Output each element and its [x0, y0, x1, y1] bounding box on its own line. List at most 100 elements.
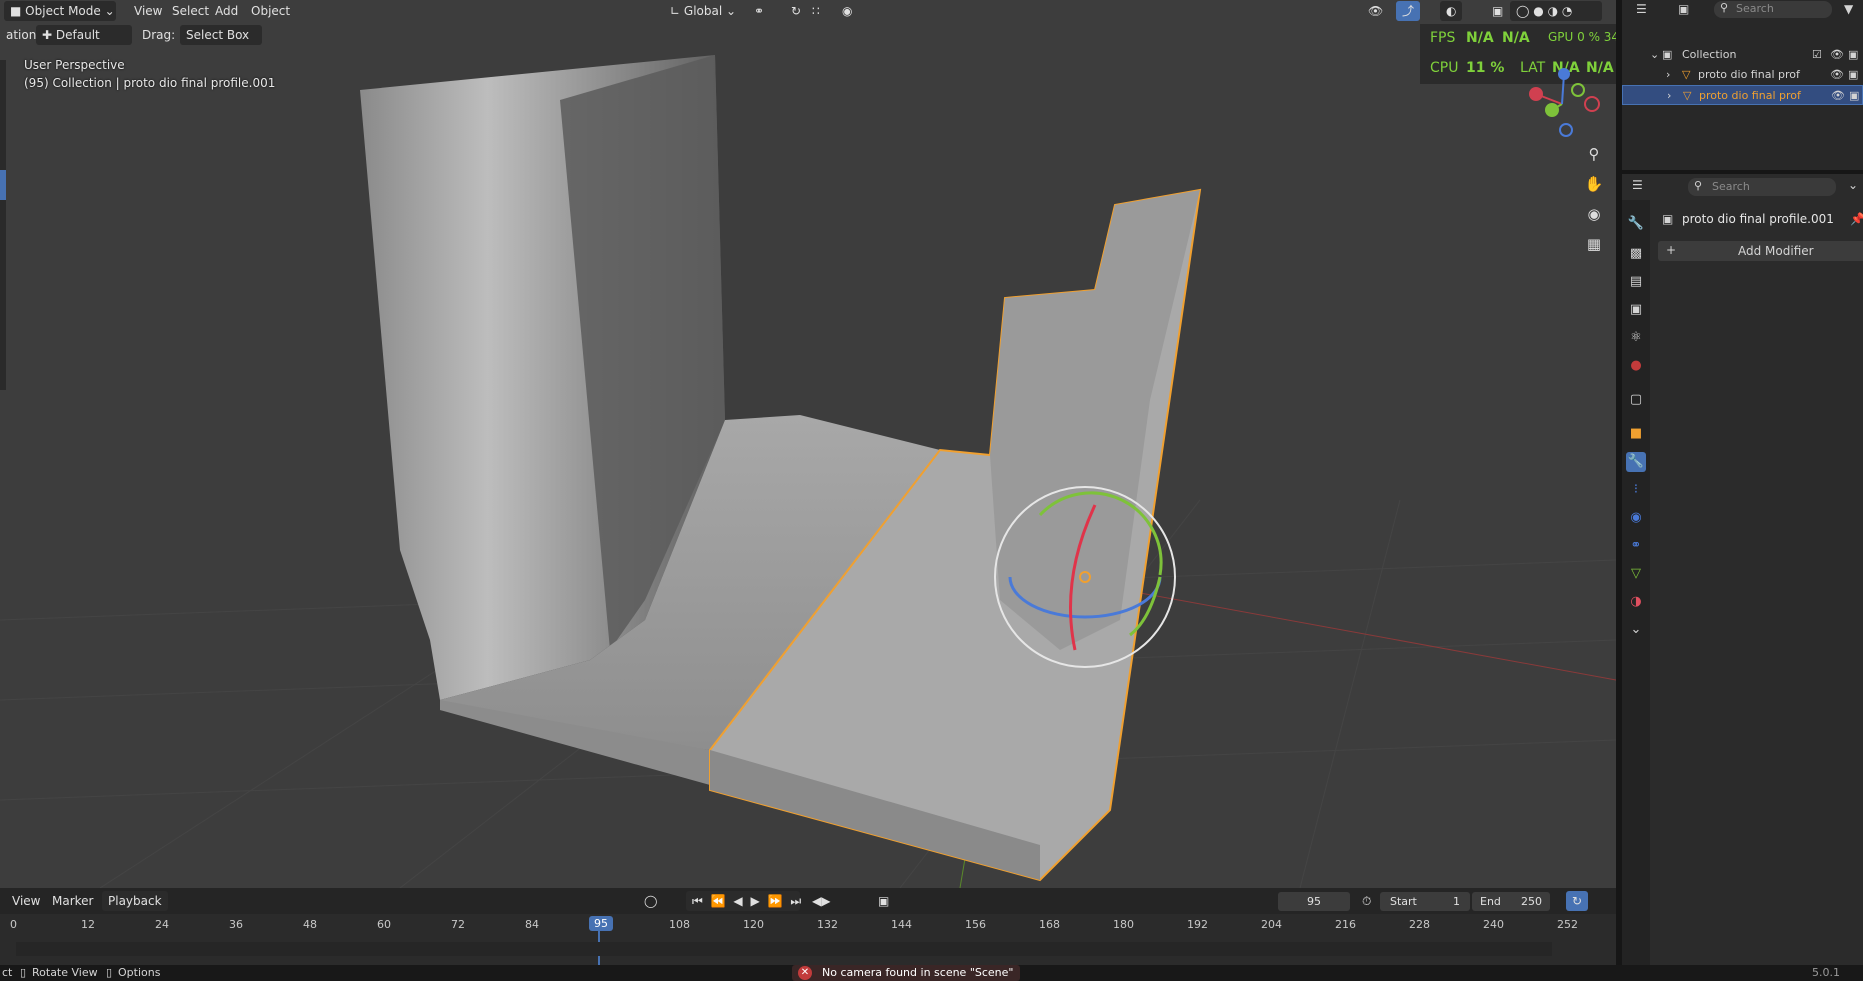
- auto-keying-icon[interactable]: ◯: [638, 891, 663, 911]
- timeline-menu-playback[interactable]: Playback: [102, 891, 168, 911]
- scene-tab-icon[interactable]: ⚛: [1626, 328, 1646, 348]
- end-frame-field[interactable]: End 250: [1472, 892, 1550, 911]
- chevron-right-icon[interactable]: ›: [1666, 65, 1670, 85]
- eye-icon[interactable]: 👁: [1830, 45, 1844, 65]
- outliner-item[interactable]: › ▽ proto dio final prof 👁 ▣: [1622, 65, 1863, 85]
- orientation-dropdown[interactable]: ∟ Global ⌄: [664, 1, 742, 21]
- menu-select[interactable]: Select: [166, 1, 215, 21]
- collection-tab-icon[interactable]: ▢: [1626, 390, 1646, 410]
- end-label: End: [1480, 895, 1501, 908]
- snap-icon[interactable]: ↻: [785, 1, 807, 21]
- menu-add[interactable]: Add: [209, 1, 244, 21]
- timeline-menu-view[interactable]: View: [6, 891, 46, 911]
- material-tab-icon[interactable]: ◑: [1626, 592, 1646, 612]
- snap-target-icon[interactable]: ∷: [806, 1, 826, 21]
- eye-icon[interactable]: 👁: [1830, 65, 1844, 85]
- chevron-down-icon[interactable]: ⌄: [1650, 45, 1659, 65]
- ortho-grid-icon[interactable]: ▦: [1582, 232, 1606, 256]
- display-mode-icon[interactable]: ▣: [1678, 2, 1689, 16]
- object-name-row: ▣ proto dio final profile.001 📌: [1662, 210, 1863, 230]
- tick-label: 204: [1261, 918, 1282, 931]
- keyframe-nav-icon[interactable]: ◀▶: [806, 891, 836, 911]
- tick-label: 60: [377, 918, 391, 931]
- drag-dropdown[interactable]: Select Box: [180, 25, 262, 45]
- jump-end-icon[interactable]: ⏭: [790, 894, 803, 908]
- camera-icon[interactable]: ▣: [1848, 65, 1858, 85]
- shading-buttons[interactable]: ◯ ● ◑ ◔: [1510, 1, 1602, 21]
- 3d-viewport[interactable]: ■ Object Mode ⌄ View Select Add Object ∟…: [0, 0, 1616, 888]
- zoom-icon[interactable]: ⚲: [1582, 142, 1606, 166]
- outliner-editor-icon[interactable]: ☰: [1636, 2, 1647, 16]
- start-value: 1: [1453, 895, 1460, 908]
- object-info-label: (95) Collection | proto dio final profil…: [24, 76, 276, 90]
- output-tab-icon[interactable]: ▤: [1626, 272, 1646, 292]
- properties-editor: ☰ ⚲ Search ⌄ ▣ proto dio final profile.0…: [1622, 174, 1863, 965]
- prev-keyframe-icon[interactable]: ⏪: [711, 894, 728, 908]
- rendered-icon[interactable]: ◔: [1562, 4, 1572, 18]
- pan-hand-icon[interactable]: ✋: [1582, 172, 1606, 196]
- next-keyframe-icon[interactable]: ⏩: [768, 894, 785, 908]
- left-toolbar[interactable]: [0, 60, 6, 390]
- physics-tab-icon[interactable]: ◉: [1626, 508, 1646, 528]
- modifier-tab-icon[interactable]: 🔧: [1626, 452, 1646, 472]
- play-reverse-icon[interactable]: ◀: [733, 894, 744, 908]
- particles-tab-icon[interactable]: ⁝: [1626, 480, 1646, 500]
- chevron-down-icon[interactable]: ⌄: [1848, 178, 1858, 192]
- view-layer-tab-icon[interactable]: ▣: [1626, 300, 1646, 320]
- data-tab-icon[interactable]: ▽: [1626, 564, 1646, 584]
- properties-search[interactable]: ⚲ Search: [1688, 178, 1836, 196]
- wireframe-icon[interactable]: ◯: [1516, 4, 1529, 18]
- collection-row[interactable]: ⌄ ▣ Collection ☑ 👁 ▣: [1622, 45, 1863, 65]
- frame-ruler[interactable]: 0 12 24 36 48 60 72 84 95 108 120 132 14…: [0, 914, 1616, 940]
- jump-start-icon[interactable]: ⏮: [692, 894, 705, 908]
- tool-tab-icon[interactable]: 🔧: [1626, 214, 1646, 234]
- constraints-tab-icon[interactable]: ⚭: [1626, 536, 1646, 556]
- tick-label: 36: [229, 918, 243, 931]
- xray-icon[interactable]: ▣: [1486, 1, 1509, 21]
- camera-icon[interactable]: ▣: [1849, 86, 1859, 106]
- current-frame-marker[interactable]: 95: [589, 916, 613, 931]
- gizmo-toggle-icon[interactable]: ⤴: [1396, 1, 1421, 21]
- chevron-right-icon[interactable]: ›: [1667, 86, 1671, 106]
- pivot-icon[interactable]: ⚭: [748, 1, 770, 21]
- outliner-search[interactable]: ⚲ Search: [1714, 1, 1832, 18]
- add-modifier-button[interactable]: + Add Modifier: [1658, 241, 1863, 261]
- plus-icon: +: [1666, 243, 1677, 257]
- cpu-label: CPU: [1430, 60, 1459, 76]
- eye-icon[interactable]: 👁: [1831, 86, 1845, 106]
- object-tab-icon[interactable]: ■: [1626, 424, 1646, 444]
- exclude-checkbox[interactable]: ☑: [1812, 45, 1822, 65]
- keying-set-icon[interactable]: ▣: [872, 891, 895, 911]
- render-tab-icon[interactable]: ▩: [1626, 244, 1646, 264]
- sync-icon[interactable]: ↻: [1566, 891, 1589, 911]
- orientation-value: Default: [55, 28, 100, 42]
- start-frame-field[interactable]: Start 1: [1380, 892, 1470, 911]
- navigation-gizmo[interactable]: [1522, 66, 1602, 142]
- tick-label: 84: [525, 918, 539, 931]
- orientation-setting-dropdown[interactable]: ✚ Default: [36, 25, 132, 45]
- mode-dropdown[interactable]: ■ Object Mode ⌄: [4, 1, 116, 21]
- properties-editor-icon[interactable]: ☰: [1632, 178, 1643, 192]
- timeline-menu-marker[interactable]: Marker: [46, 891, 99, 911]
- chevron-down-icon[interactable]: ⌄: [1626, 620, 1646, 640]
- menu-view[interactable]: View: [128, 1, 168, 21]
- cpu-value: 11 %: [1466, 60, 1505, 76]
- filter-icon[interactable]: ▼: [1844, 2, 1853, 16]
- material-icon[interactable]: ◑: [1548, 4, 1558, 18]
- visibility-icon[interactable]: 👁: [1362, 1, 1389, 21]
- solid-icon[interactable]: ●: [1533, 4, 1543, 18]
- outliner-item-selected[interactable]: › ▽ proto dio final prof 👁 ▣: [1622, 85, 1863, 105]
- world-tab-icon[interactable]: ●: [1626, 356, 1646, 376]
- proportional-edit-icon[interactable]: ◉: [836, 1, 858, 21]
- camera-view-icon[interactable]: ◉: [1582, 202, 1606, 226]
- camera-icon[interactable]: ▣: [1848, 45, 1858, 65]
- playback-controls[interactable]: ⏮ ⏪ ◀ ▶ ⏩ ⏭: [686, 891, 803, 911]
- pin-icon[interactable]: 📌: [1850, 212, 1863, 226]
- menu-object[interactable]: Object: [245, 1, 296, 21]
- stopwatch-icon[interactable]: ⏱: [1356, 891, 1377, 911]
- current-frame-field[interactable]: 95: [1278, 892, 1350, 911]
- tool-settings: ation: ✚ Default Drag: Select Box: [0, 24, 1616, 48]
- error-report[interactable]: ✕ No camera found in scene "Scene": [792, 965, 1020, 981]
- overlays-icon[interactable]: ◐: [1440, 1, 1463, 21]
- play-icon[interactable]: ▶: [750, 894, 761, 908]
